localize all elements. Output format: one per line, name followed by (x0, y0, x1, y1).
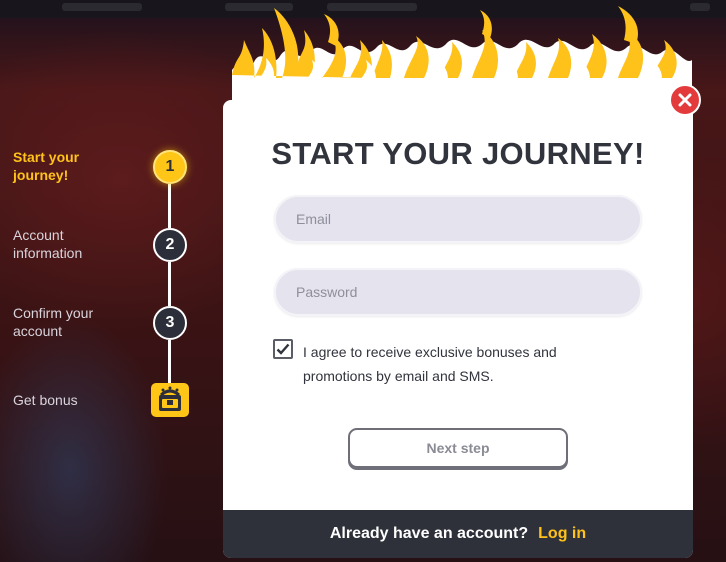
modal-title: START YOUR JOURNEY! (271, 136, 645, 171)
step-label-account-information: Account information (13, 227, 83, 261)
step-connector (168, 184, 171, 228)
password-field[interactable] (274, 268, 642, 316)
step-label-start-journey: Start your journey! (13, 149, 80, 183)
login-link[interactable]: Log in (538, 525, 586, 543)
signup-modal: START YOUR JOURNEY! I agree to receive e… (223, 100, 693, 558)
step-label-get-bonus: Get bonus (13, 392, 78, 408)
footer-text: Already have an account? (329, 525, 529, 542)
step-connector (168, 262, 171, 306)
email-field[interactable] (274, 195, 642, 243)
checkmark-icon (276, 343, 290, 355)
close-icon (678, 93, 692, 107)
treasure-chest-icon (151, 383, 189, 417)
flames-decoration (232, 6, 692, 102)
step-1-badge: 1 (153, 150, 187, 184)
modal-footer: Already have an account? Log in (223, 510, 693, 558)
close-button[interactable] (669, 84, 701, 116)
next-step-button[interactable]: Next step (348, 428, 568, 468)
step-connector (168, 340, 171, 384)
step-3-badge: 3 (153, 306, 187, 340)
step-2-badge: 2 (153, 228, 187, 262)
agree-label: I agree to receive exclusive bonuses and… (303, 344, 557, 384)
signup-steps: Start your journey! 1 Account informatio… (0, 0, 200, 562)
step-label-confirm-account: Confirm your account (13, 305, 94, 339)
agree-checkbox[interactable] (273, 339, 293, 359)
